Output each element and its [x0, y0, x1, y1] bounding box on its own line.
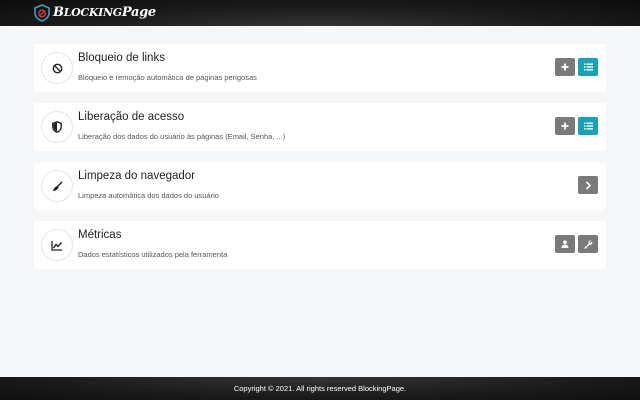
shield-logo-icon — [34, 4, 50, 22]
add-link-button[interactable] — [555, 58, 575, 76]
card-description: Dados estatísticos utilizados pela ferra… — [78, 250, 228, 259]
card-metricas: Métricas Dados estatísticos utilizados p… — [34, 221, 606, 269]
user-metrics-button[interactable] — [555, 235, 575, 253]
card-title: Liberação de acesso — [78, 111, 185, 123]
list-links-button[interactable] — [578, 58, 598, 76]
card-icon-circle — [41, 170, 73, 202]
card-actions — [555, 117, 598, 135]
settings-metrics-button[interactable] — [578, 235, 598, 253]
brand-prefix: B — [53, 5, 64, 20]
brand-logo: BLOCKINGPage — [53, 5, 156, 20]
brand-middle: LOCKING — [63, 6, 122, 19]
card-icon-circle — [41, 111, 73, 143]
broom-icon — [52, 180, 63, 191]
card-icon-circle — [41, 52, 73, 84]
brand-suffix: Page — [121, 5, 156, 20]
card-liberacao-acesso: Liberação de acesso Liberação dos dados … — [34, 103, 606, 151]
card-title: Limpeza do navegador — [78, 170, 195, 182]
add-icon — [561, 63, 569, 71]
footer: Copyright © 2021. All rights reserved Bl… — [0, 377, 640, 400]
block-icon — [52, 63, 62, 73]
card-description: Liberação dos dados do usuário às página… — [78, 132, 286, 141]
wrench-icon — [583, 239, 592, 249]
list-icon — [583, 63, 593, 71]
main-content: Bloqueio de links Bloqueio e remoção aut… — [34, 44, 606, 280]
card-actions — [555, 235, 598, 253]
card-description: Limpeza automática dos dados do usuário — [78, 191, 219, 200]
user-icon — [561, 240, 569, 248]
open-cleanup-button[interactable] — [578, 176, 598, 194]
add-icon — [561, 122, 569, 130]
card-actions — [555, 58, 598, 76]
list-access-button[interactable] — [578, 117, 598, 135]
card-bloqueio-links: Bloqueio de links Bloqueio e remoção aut… — [34, 44, 606, 92]
shield-icon — [52, 121, 62, 133]
card-actions — [578, 176, 598, 194]
card-title: Métricas — [78, 229, 122, 241]
copyright-text: Copyright © 2021. All rights reserved Bl… — [233, 384, 407, 393]
add-access-button[interactable] — [555, 117, 575, 135]
chevron-right-icon — [585, 180, 591, 190]
chart-icon — [51, 240, 63, 251]
card-title: Bloqueio de links — [78, 52, 165, 64]
list-icon — [583, 122, 593, 130]
card-description: Bloqueio e remoção automática de páginas… — [78, 73, 257, 82]
top-bar: BLOCKINGPage — [0, 0, 640, 26]
card-limpeza-navegador: Limpeza do navegador Limpeza automática … — [34, 162, 606, 210]
card-icon-circle — [41, 229, 73, 261]
